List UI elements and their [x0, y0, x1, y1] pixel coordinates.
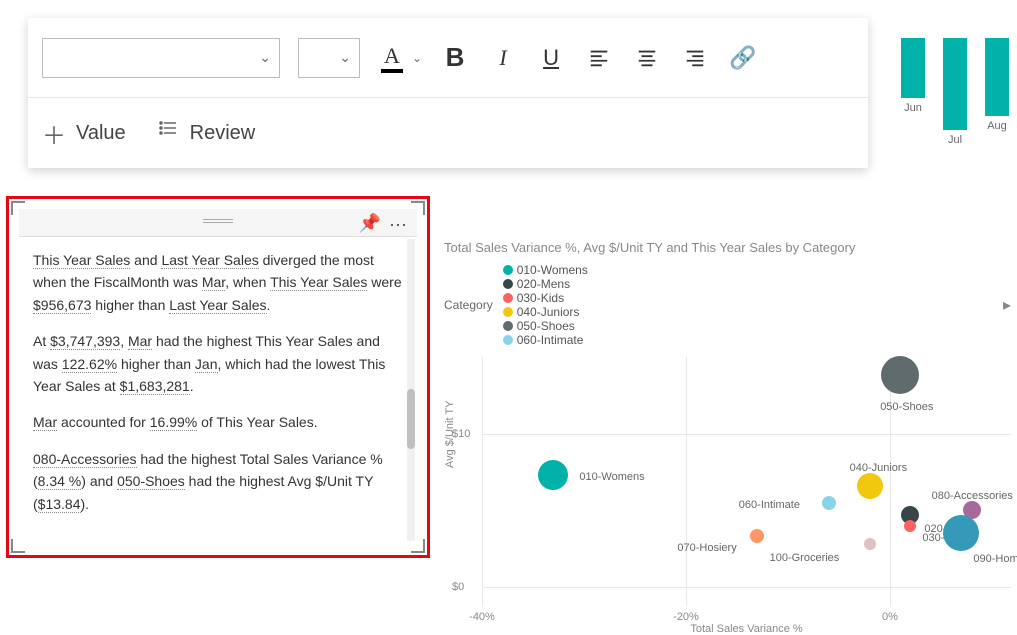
bubble-label: 010-Womens: [579, 471, 644, 483]
bubble-090-Home[interactable]: [943, 515, 979, 551]
legend-item[interactable]: 020-Mens: [503, 277, 588, 291]
legend-item[interactable]: 040-Juniors: [503, 305, 588, 319]
chevron-down-icon: ⌄: [339, 49, 351, 66]
bubble-label: 080-Accessories: [932, 490, 1013, 502]
data-value: Mar: [202, 274, 225, 291]
bubble-label: 100-Groceries: [770, 552, 840, 564]
data-value: Last Year Sales: [169, 297, 266, 314]
review-label: Review: [190, 122, 256, 145]
x-tick-label: -20%: [673, 611, 699, 623]
smart-narrative-visual-selected: 📌 ⋯ This Year Sales and Last Year Sales …: [6, 196, 430, 558]
legend-scroll-right-icon[interactable]: ▸: [1003, 295, 1011, 315]
bubble-040-Juniors[interactable]: [857, 473, 883, 499]
data-value: 080-Accessories: [33, 451, 137, 468]
font-color-button[interactable]: A: [378, 43, 406, 73]
bubble-label: 040-Juniors: [850, 462, 907, 474]
narrative-text[interactable]: This Year Sales and Last Year Sales dive…: [19, 237, 417, 545]
chart-plot-area[interactable]: Avg $/Unit TY Total Sales Variance % $0$…: [482, 357, 1011, 607]
value-label: Value: [76, 122, 126, 145]
underline-button[interactable]: U: [536, 38, 566, 78]
background-bar-chart: Jun Jul Aug: [901, 38, 1009, 146]
data-value: $3,747,393: [50, 333, 120, 350]
pin-icon[interactable]: 📌: [359, 213, 381, 234]
x-tick-label: -40%: [469, 611, 495, 623]
legend-item[interactable]: 060-Intimate: [503, 333, 588, 347]
data-value: 8.34 %: [38, 473, 82, 490]
month-label: Jul: [948, 134, 962, 146]
bubble-070-Hosiery[interactable]: [750, 529, 764, 543]
bubble-050-Shoes[interactable]: [881, 356, 919, 394]
italic-button[interactable]: I: [488, 38, 518, 78]
data-value: 050-Shoes: [117, 473, 185, 490]
more-options-icon[interactable]: ⋯: [389, 215, 409, 236]
add-value-button[interactable]: ＋ Value: [42, 116, 126, 151]
chevron-down-icon[interactable]: ⌄: [412, 51, 422, 65]
y-tick-label: $0: [452, 581, 464, 593]
legend-title: Category: [444, 298, 493, 312]
data-value: 122.62%: [62, 356, 117, 373]
plus-icon: ＋: [42, 116, 66, 151]
bubble-label: 060-Intimate: [739, 499, 800, 511]
bubble-label: 090-Home: [973, 553, 1017, 565]
font-family-select[interactable]: ⌄: [42, 38, 280, 78]
month-label: Jun: [904, 102, 922, 114]
bubble-100-Groceries[interactable]: [864, 538, 876, 550]
review-button[interactable]: Review: [156, 118, 256, 148]
chart-title: Total Sales Variance %, Avg $/Unit TY an…: [444, 240, 1011, 255]
align-left-button[interactable]: [584, 38, 614, 78]
data-value: Last Year Sales: [161, 252, 258, 269]
link-button[interactable]: 🔗: [728, 38, 758, 78]
chart-legend: Category 010-Womens020-Mens030-Kids040-J…: [444, 263, 1011, 347]
visual-header: 📌 ⋯: [19, 209, 417, 237]
data-value: $956,673: [33, 297, 91, 314]
align-center-button[interactable]: [632, 38, 662, 78]
x-tick-label: 0%: [882, 611, 898, 623]
bubble-010-Womens[interactable]: [538, 460, 568, 490]
y-tick-label: $10: [452, 428, 470, 440]
bubble-label: 070-Hosiery: [677, 542, 736, 554]
scrollbar[interactable]: [407, 239, 415, 541]
bubble-030-Kids[interactable]: [904, 520, 916, 532]
data-value: Jan: [195, 356, 218, 373]
align-right-button[interactable]: [680, 38, 710, 78]
data-value: 16.99%: [150, 414, 197, 431]
data-value: $1,683,281: [120, 378, 190, 395]
chevron-down-icon: ⌄: [259, 49, 271, 66]
scatter-chart-visual[interactable]: Total Sales Variance %, Avg $/Unit TY an…: [444, 240, 1011, 578]
data-value: This Year Sales: [33, 252, 130, 269]
review-icon: [156, 118, 180, 148]
bold-button[interactable]: B: [440, 38, 470, 78]
bubble-label: 050-Shoes: [880, 401, 933, 413]
bubble-060-Intimate[interactable]: [822, 496, 836, 510]
x-axis-label: Total Sales Variance %: [690, 623, 802, 635]
data-value: Mar: [128, 333, 152, 350]
data-value: $13.84: [38, 496, 81, 513]
legend-item[interactable]: 050-Shoes: [503, 319, 588, 333]
legend-item[interactable]: 010-Womens: [503, 263, 588, 277]
data-value: Mar: [33, 414, 57, 431]
legend-item[interactable]: 030-Kids: [503, 291, 588, 305]
drag-handle-icon[interactable]: [203, 219, 233, 225]
data-value: This Year Sales: [270, 274, 367, 291]
text-format-toolbar: ⌄ ⌄ A ⌄ B I U 🔗 ＋ Value Review: [28, 18, 868, 168]
font-size-select[interactable]: ⌄: [298, 38, 360, 78]
month-label: Aug: [987, 120, 1007, 132]
